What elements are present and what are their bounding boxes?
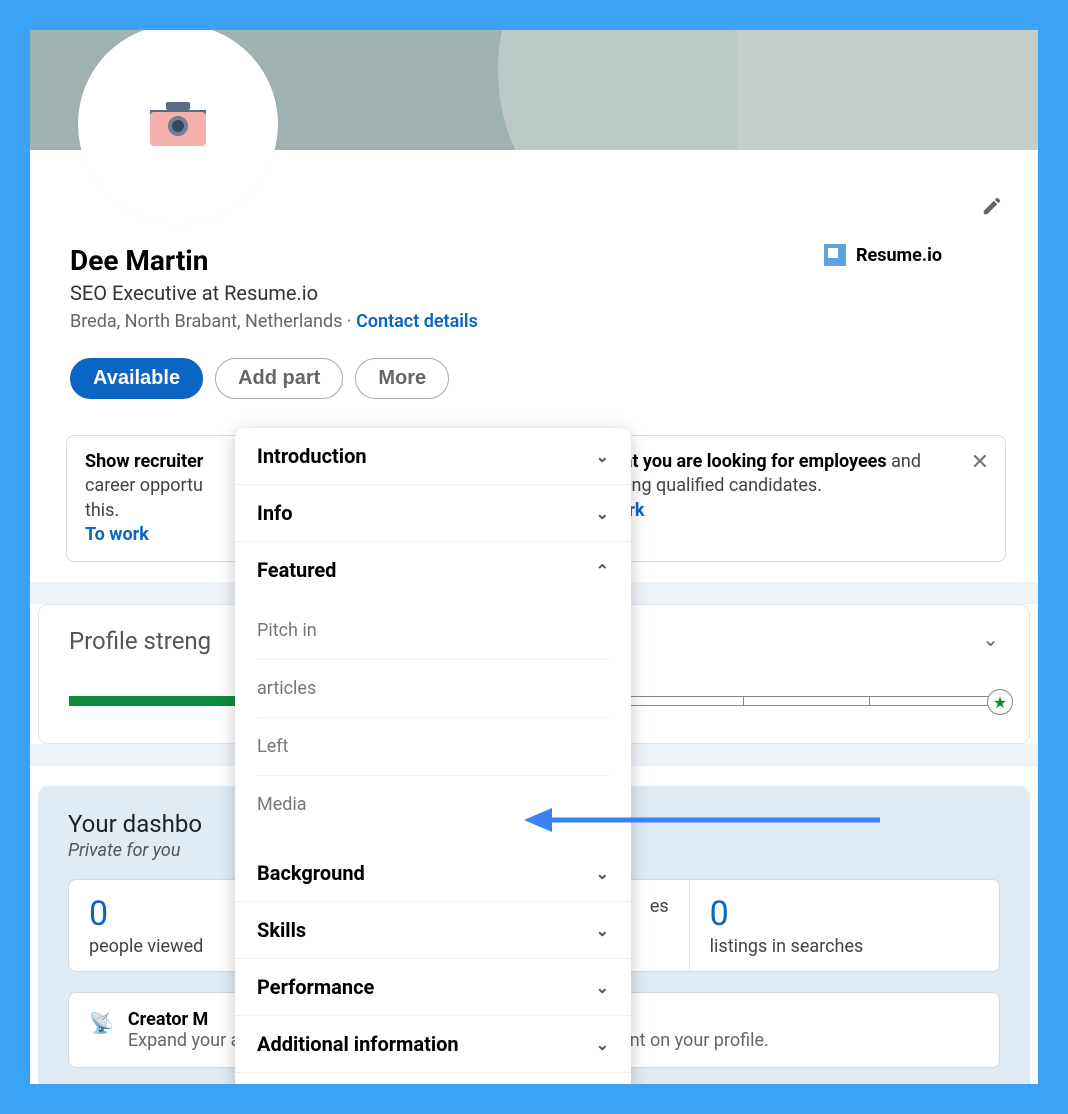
dropdown-subitem-articles[interactable]: articles xyxy=(257,660,609,718)
chevron-down-icon: ⌄ xyxy=(596,864,609,883)
dropdown-subitem-left[interactable]: Left xyxy=(257,718,609,776)
dropdown-item-background[interactable]: Background ⌄ xyxy=(235,845,631,902)
profile-header: Resume.io Dee Martin SEO Executive at Re… xyxy=(30,244,1038,417)
company-logo-icon xyxy=(824,244,846,266)
dropdown-item-skills[interactable]: Skills ⌄ xyxy=(235,902,631,959)
add-part-button[interactable]: Add part xyxy=(215,358,343,399)
available-button[interactable]: Available xyxy=(70,358,203,399)
annotation-arrow-icon xyxy=(524,805,880,835)
strength-progress xyxy=(69,696,236,706)
chevron-down-icon[interactable]: ⌄ xyxy=(982,627,999,651)
chevron-up-icon: ⌃ xyxy=(596,561,609,580)
stat-number: 0 xyxy=(710,894,979,934)
banner-decor xyxy=(738,30,1038,150)
profile-location: Breda, North Brabant, Netherlands xyxy=(70,311,342,332)
current-company[interactable]: Resume.io xyxy=(824,244,942,266)
profile-location-row: Breda, North Brabant, Netherlands · Cont… xyxy=(70,311,1002,332)
dropdown-item-featured[interactable]: Featured ⌃ xyxy=(235,542,631,598)
profile-action-buttons: Available Add part More xyxy=(70,358,1002,399)
dashboard-stat[interactable]: 0 listings in searches xyxy=(690,880,999,971)
banner-decor xyxy=(498,30,758,150)
strength-track: 🔒 ★ xyxy=(616,696,999,706)
edit-profile-button[interactable] xyxy=(976,190,1008,222)
chevron-down-icon: ⌄ xyxy=(596,447,609,466)
dropdown-item-performance[interactable]: Performance ⌄ xyxy=(235,959,631,1016)
more-button[interactable]: More xyxy=(355,358,449,399)
dropdown-item-info[interactable]: Info ⌄ xyxy=(235,485,631,542)
dropdown-subitem-pitch-in[interactable]: Pitch in xyxy=(257,602,609,660)
dropdown-item-supported-languages[interactable]: Supported Languages ⌄ xyxy=(235,1073,631,1084)
to-work-link[interactable]: To work xyxy=(85,524,149,545)
stat-label: listings in searches xyxy=(710,936,979,957)
chevron-down-icon: ⌄ xyxy=(596,1035,609,1054)
company-name: Resume.io xyxy=(856,245,942,266)
avatar[interactable] xyxy=(78,30,278,224)
add-part-dropdown: Introduction ⌄ Info ⌄ Featured ⌃ Pitch i… xyxy=(235,428,631,1084)
profile-headline: SEO Executive at Resume.io xyxy=(70,281,1002,305)
chevron-down-icon: ⌄ xyxy=(596,504,609,523)
dropdown-item-additional-information[interactable]: Additional information ⌄ xyxy=(235,1016,631,1073)
chevron-down-icon: ⌄ xyxy=(596,921,609,940)
camera-icon xyxy=(150,102,206,146)
chevron-down-icon: ⌄ xyxy=(596,978,609,997)
contact-details-link[interactable]: Contact details xyxy=(356,311,478,332)
star-icon: ★ xyxy=(987,689,1013,715)
pencil-icon xyxy=(981,195,1003,217)
profile-page: Resume.io Dee Martin SEO Executive at Re… xyxy=(30,30,1038,1084)
satellite-icon: 📡 xyxy=(89,1011,114,1035)
close-icon[interactable]: ✕ xyxy=(971,450,989,475)
dropdown-item-introduction[interactable]: Introduction ⌄ xyxy=(235,428,631,485)
